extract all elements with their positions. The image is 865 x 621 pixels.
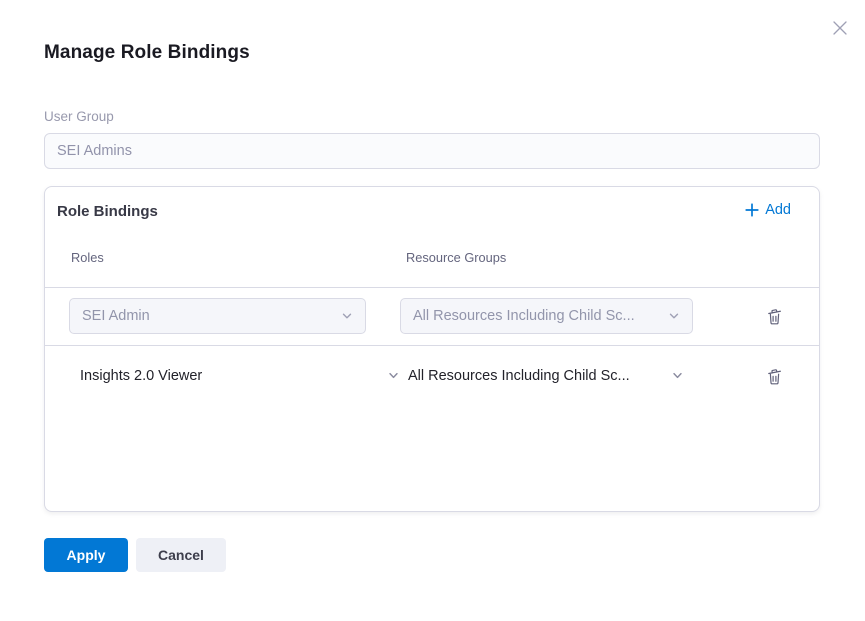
dialog-title: Manage Role Bindings	[44, 42, 250, 64]
role-bindings-panel: Role Bindings Add Roles Resource Groups …	[44, 186, 820, 512]
resource-group-select-row-2[interactable]: All Resources Including Child Sc...	[408, 345, 684, 406]
trash-icon	[766, 367, 783, 386]
cancel-button[interactable]: Cancel	[136, 538, 226, 572]
trash-icon	[766, 307, 783, 326]
resource-group-select-value: All Resources Including Child Sc...	[408, 368, 630, 384]
column-header-resource-groups: Resource Groups	[406, 250, 506, 265]
resource-group-select-row-1[interactable]: All Resources Including Child Sc...	[400, 298, 693, 334]
delete-row-1-button[interactable]	[758, 300, 790, 332]
column-header-roles: Roles	[71, 250, 104, 265]
delete-row-2-button[interactable]	[758, 360, 790, 392]
user-group-label: User Group	[44, 109, 114, 124]
role-select-row-2[interactable]: Insights 2.0 Viewer	[80, 345, 400, 406]
role-bindings-heading: Role Bindings	[57, 203, 158, 220]
apply-button[interactable]: Apply	[44, 538, 128, 572]
close-button[interactable]	[830, 18, 850, 38]
close-icon	[831, 19, 849, 37]
add-label: Add	[765, 202, 791, 218]
chevron-down-icon	[671, 369, 684, 382]
chevron-down-icon	[341, 310, 353, 322]
role-select-value: SEI Admin	[82, 308, 150, 324]
role-select-row-1[interactable]: SEI Admin	[69, 298, 366, 334]
resource-group-select-value: All Resources Including Child Sc...	[413, 308, 635, 324]
header-divider	[45, 287, 819, 288]
role-select-value: Insights 2.0 Viewer	[80, 368, 202, 384]
dialog-footer: Apply Cancel	[44, 538, 226, 572]
manage-role-bindings-dialog: Manage Role Bindings User Group Role Bin…	[0, 0, 865, 621]
chevron-down-icon	[668, 310, 680, 322]
add-role-binding-button[interactable]: Add	[745, 202, 791, 218]
user-group-input[interactable]	[44, 133, 820, 169]
plus-icon	[745, 203, 759, 217]
chevron-down-icon	[387, 369, 400, 382]
